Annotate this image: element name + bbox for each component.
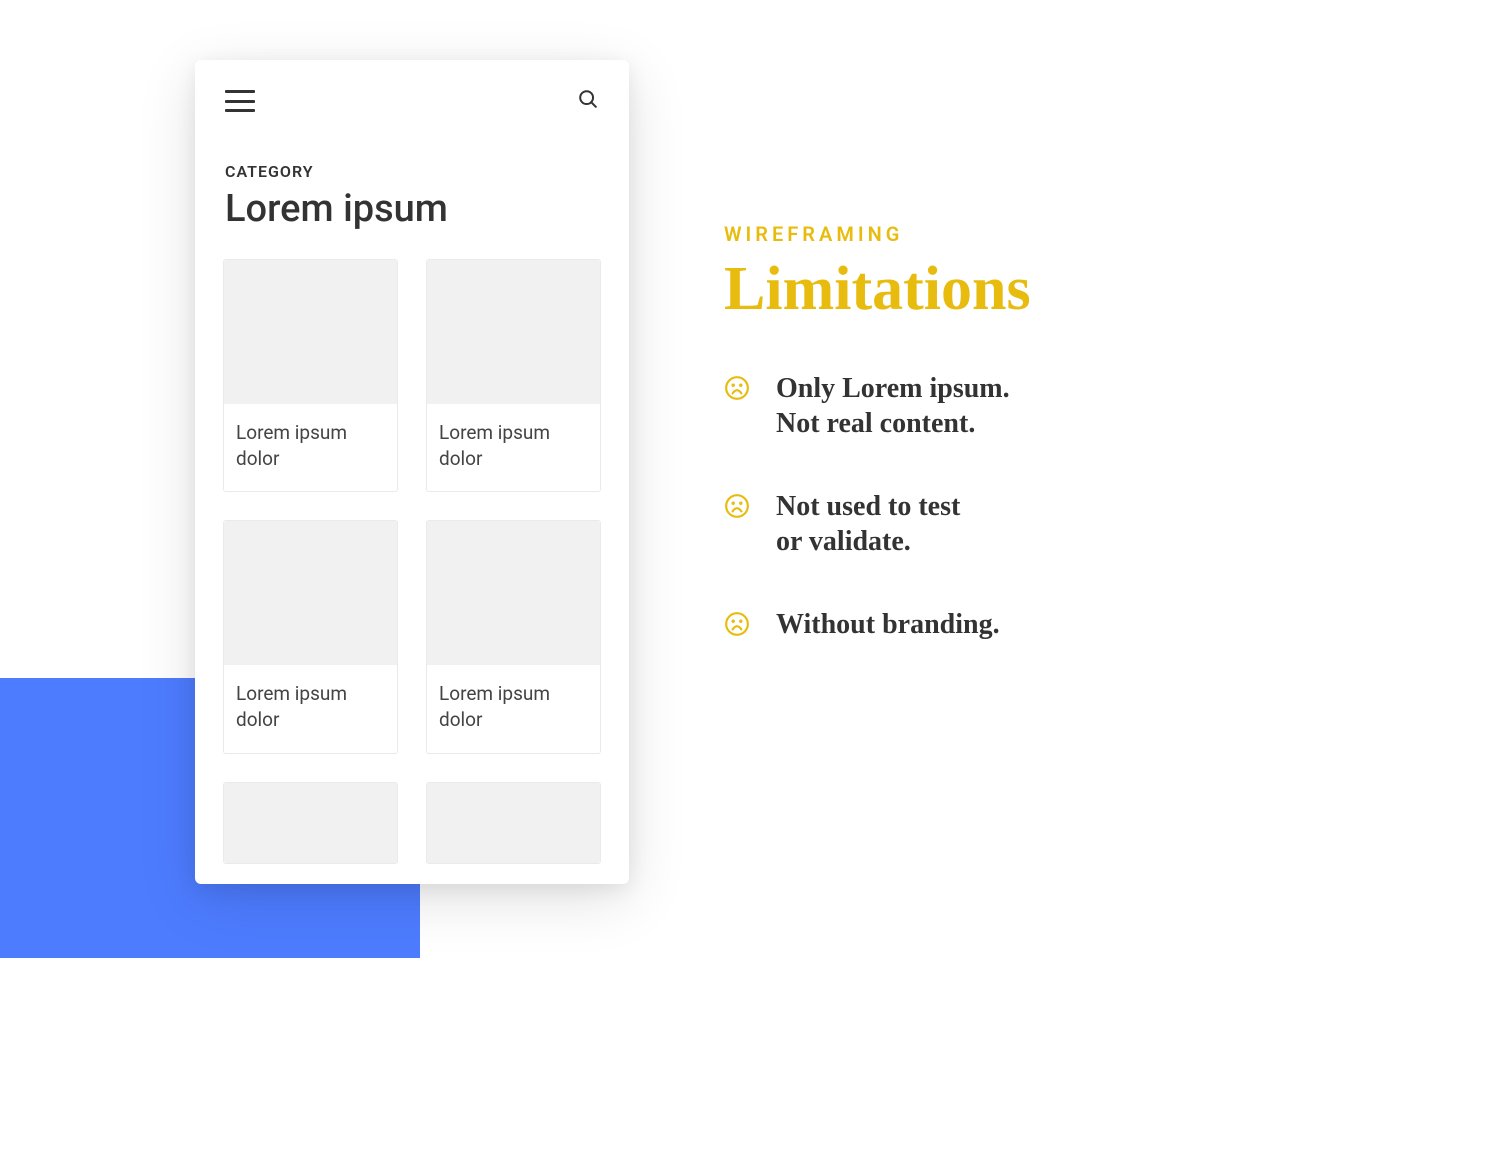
card-label: Lorem ipsum dolor [427, 404, 600, 491]
card-label: Lorem ipsum dolor [224, 404, 397, 491]
wireframe-phone-mockup: CATEGORY Lorem ipsum Lorem ipsum dolor L… [195, 60, 629, 884]
limitation-item: Only Lorem ipsum. Not real content. [724, 371, 1284, 441]
card-image-placeholder [427, 260, 600, 404]
limitation-item: Not used to test or validate. [724, 489, 1284, 559]
card-image-placeholder [427, 521, 600, 665]
phone-title-block: CATEGORY Lorem ipsum [195, 114, 629, 259]
limitation-text: Not used to test or validate. [776, 489, 960, 559]
wireframe-card[interactable] [223, 782, 398, 864]
hamburger-icon[interactable] [225, 90, 255, 112]
card-label: Lorem ipsum dolor [427, 665, 600, 752]
card-image-placeholder [427, 783, 600, 863]
wireframe-card[interactable]: Lorem ipsum dolor [426, 259, 601, 492]
wireframe-card[interactable]: Lorem ipsum dolor [223, 520, 398, 753]
wireframe-card[interactable] [426, 782, 601, 864]
card-image-placeholder [224, 783, 397, 863]
frown-icon [724, 375, 750, 401]
frown-icon [724, 611, 750, 637]
wireframe-card[interactable]: Lorem ipsum dolor [426, 520, 601, 753]
wireframe-card[interactable]: Lorem ipsum dolor [223, 259, 398, 492]
card-grid: Lorem ipsum dolor Lorem ipsum dolor Lore… [195, 259, 629, 864]
limitation-text: Without branding. [776, 607, 1000, 642]
search-icon[interactable] [577, 88, 599, 114]
page-title: Lorem ipsum [225, 187, 599, 231]
limitation-text: Only Lorem ipsum. Not real content. [776, 371, 1010, 441]
limitation-item: Without branding. [724, 607, 1284, 642]
eyebrow-label: WIREFRAMING [724, 222, 1284, 246]
card-label: Lorem ipsum dolor [224, 665, 397, 752]
phone-header [195, 60, 629, 114]
card-image-placeholder [224, 521, 397, 665]
frown-icon [724, 493, 750, 519]
card-image-placeholder [224, 260, 397, 404]
panel-heading: Limitations [724, 254, 1284, 325]
text-panel: WIREFRAMING Limitations Only Lorem ipsum… [724, 222, 1284, 690]
category-label: CATEGORY [225, 162, 599, 181]
